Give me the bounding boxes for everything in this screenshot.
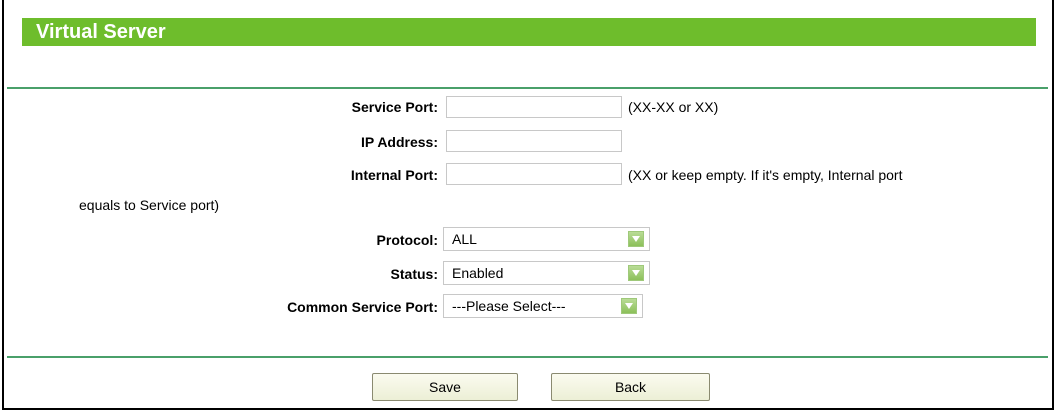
service-port-label: Service Port: (351, 99, 438, 115)
status-selected-value: Enabled (452, 265, 504, 281)
internal-port-hint-continued: equals to Service port) (79, 197, 220, 213)
chevron-down-icon[interactable] (621, 298, 637, 314)
page-title: Virtual Server (22, 18, 1036, 46)
service-port-input[interactable] (446, 96, 622, 118)
internal-port-input[interactable] (446, 163, 622, 185)
top-divider (7, 87, 1048, 89)
status-select[interactable]: Enabled (443, 261, 650, 285)
protocol-label: Protocol: (376, 232, 438, 248)
bottom-divider (7, 356, 1048, 358)
protocol-selected-value: ALL (452, 231, 477, 247)
service-port-hint: (XX-XX or XX) (628, 99, 719, 115)
common-service-port-select[interactable]: ---Please Select--- (443, 294, 643, 318)
protocol-select[interactable]: ALL (443, 227, 650, 251)
status-label: Status: (390, 266, 438, 282)
ip-address-input[interactable] (446, 130, 622, 152)
ip-address-label: IP Address: (360, 134, 438, 150)
save-button[interactable]: Save (372, 373, 518, 401)
chevron-down-icon[interactable] (628, 231, 644, 247)
internal-port-hint: (XX or keep empty. If it's empty, Intern… (628, 167, 903, 183)
common-service-port-selected-value: ---Please Select--- (452, 298, 566, 314)
common-service-port-label: Common Service Port: (287, 299, 438, 315)
chevron-down-icon[interactable] (628, 265, 644, 281)
back-button[interactable]: Back (551, 373, 710, 401)
internal-port-label: Internal Port: (350, 167, 438, 183)
